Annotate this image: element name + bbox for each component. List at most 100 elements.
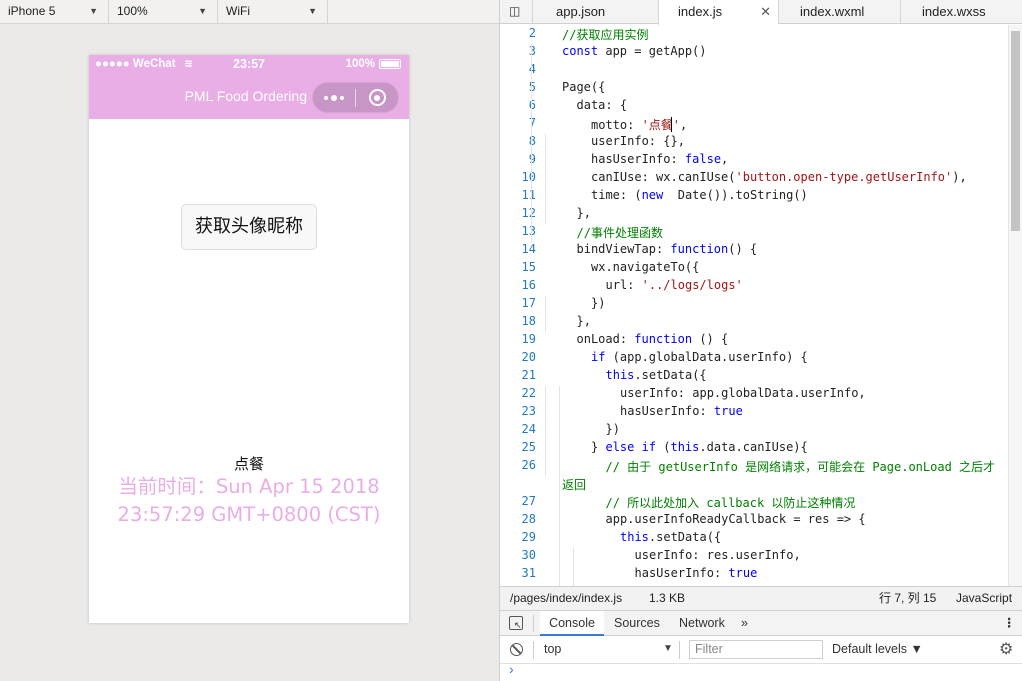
battery-indicator: 100%: [346, 58, 401, 70]
indent-guide: [559, 386, 560, 586]
chevron-down-icon: ▼: [89, 6, 98, 16]
chevron-down-icon: ▼: [308, 6, 317, 16]
device-select[interactable]: iPhone 5 ▼: [0, 0, 109, 24]
device-select-value: iPhone 5: [8, 4, 56, 18]
code-line: } else if (this.data.canIUse){: [591, 440, 808, 454]
tab-network[interactable]: Network: [679, 611, 725, 635]
log-levels-select[interactable]: Default levels ▼: [832, 642, 923, 656]
code-line: // 由于 getUserInfo 是网络请求，可能会在 Page.onLoad…: [605, 460, 996, 474]
zoom-select[interactable]: 100% ▼: [109, 0, 218, 24]
line-number: 23: [521, 404, 536, 418]
app-root: iPhone 5 ▼ 100% ▼ WiFi ▼ ●●●●● WeChat ≋ 23:…: [0, 0, 1022, 681]
code-line: bindViewTap: function() {: [576, 242, 758, 256]
file-path: /pages/index/index.js: [510, 591, 623, 605]
scrollbar-thumb[interactable]: [1011, 31, 1020, 231]
code-line: 返回: [562, 478, 587, 492]
code-line: hasUserInfo: false,: [591, 152, 729, 166]
code-line: motto: '点餐',: [591, 118, 688, 132]
tab-label: index.wxss: [922, 4, 986, 19]
editor-panel: ◫ app.json index.js ✕ index.wxml index.wx…: [500, 0, 1022, 681]
clear-console-icon[interactable]: [510, 643, 523, 656]
indent-guide: [545, 386, 546, 476]
indent-guide: [573, 548, 574, 586]
tab-label: index.wxml: [800, 4, 865, 19]
line-number: 29: [521, 530, 536, 544]
battery-icon: [379, 59, 401, 69]
sidebar-toggle-icon[interactable]: ◫: [509, 4, 523, 18]
code-line: userInfo: {},: [591, 134, 685, 148]
kebab-menu-icon[interactable]: ⋮: [1003, 611, 1016, 635]
indent-guide: [545, 134, 546, 224]
toolbar-divider: [533, 615, 534, 632]
code-line: hasUserInfo: true: [620, 404, 743, 418]
code-line: //事件处理函数: [576, 226, 663, 240]
line-number: 27: [521, 494, 536, 508]
simulator-toolbar: iPhone 5 ▼ 100% ▼ WiFi ▼: [0, 0, 499, 24]
status-bar: ●●●●● WeChat ≋ 23:57 100%: [89, 55, 409, 75]
navigation-bar: ●●●●● WeChat ≋ 23:57 100% PML Food Order…: [89, 55, 409, 119]
code-line: },: [576, 206, 591, 220]
close-miniprogram-icon[interactable]: [356, 89, 398, 106]
devtools-tab-bar: ↖ Console Sources Network » ⋮: [500, 610, 1022, 636]
code-editor[interactable]: 2//获取应用实例 3 const app = getApp() 4 5 Page({6 d…: [500, 25, 1008, 586]
editor-status-bar: /pages/index/index.js 1.3 KB 行 7, 列 15 J…: [500, 586, 1022, 610]
tab-app-json[interactable]: app.json: [532, 0, 658, 24]
chevron-down-icon: ▼: [663, 643, 673, 654]
more-dots-icon[interactable]: [313, 83, 355, 112]
file-size: 1.3 KB: [649, 591, 686, 605]
code-line: },: [576, 314, 591, 328]
code-line: this.setData({: [605, 368, 707, 382]
line-number: 19: [521, 332, 536, 346]
editor-scrollbar[interactable]: [1008, 25, 1022, 586]
network-select-value: WiFi: [226, 4, 250, 18]
console-toolbar: top ▼ Filter Default levels ▼ ⚙: [500, 636, 1022, 664]
line-number: 20: [521, 350, 536, 364]
code-line: }): [605, 422, 620, 436]
phone-screen: ●●●●● WeChat ≋ 23:57 100% PML Food Order…: [89, 55, 409, 623]
line-number: 30: [521, 548, 536, 562]
code-line: wx.navigateTo({: [591, 260, 700, 274]
more-tabs-icon[interactable]: »: [741, 611, 748, 635]
language-mode[interactable]: JavaScript: [956, 587, 1012, 610]
inspect-element-icon[interactable]: ↖: [509, 616, 523, 630]
context-select[interactable]: top: [544, 642, 561, 656]
battery-percent: 100%: [345, 58, 375, 70]
code-line: url: '../logs/logs': [605, 278, 743, 292]
code-line: onLoad: function () {: [576, 332, 729, 346]
cursor-position[interactable]: 行 7, 列 15: [879, 587, 936, 610]
line-number: 21: [521, 368, 536, 382]
line-number: 28: [521, 512, 536, 526]
code-line: //获取应用实例: [562, 28, 649, 42]
code-line: }): [591, 296, 606, 310]
line-number: 26: [521, 458, 536, 472]
close-icon[interactable]: ✕: [760, 0, 771, 24]
code-line: userInfo: res.userInfo,: [634, 548, 801, 562]
line-number: 31: [521, 566, 536, 580]
code-line: data: {: [576, 98, 628, 112]
line-number: 2: [528, 26, 536, 40]
tab-index-wxml[interactable]: index.wxml: [778, 0, 900, 24]
motto-text[interactable]: 点餐: [89, 453, 409, 474]
line-number: 17: [521, 296, 536, 310]
chevron-down-icon: ▼: [198, 6, 207, 16]
tab-label: app.json: [556, 4, 606, 19]
line-number: 18: [521, 314, 536, 328]
get-avatar-nickname-button[interactable]: 获取头像昵称: [181, 204, 317, 250]
tab-index-wxss[interactable]: index.wxss: [900, 0, 1022, 24]
tab-console[interactable]: Console: [540, 611, 604, 636]
gear-icon[interactable]: ⚙: [999, 639, 1013, 659]
current-time-line-1: 当前时间：Sun Apr 15 2018: [118, 475, 380, 498]
tab-index-js[interactable]: index.js ✕: [658, 0, 778, 25]
console-prompt[interactable]: ›: [500, 661, 1022, 681]
editor-tab-bar: ◫ app.json index.js ✕ index.wxml index.wx…: [500, 0, 1022, 25]
network-select[interactable]: WiFi ▼: [218, 0, 328, 24]
tab-sources[interactable]: Sources: [614, 611, 660, 635]
tab-label: index.js: [678, 4, 723, 19]
toolbar-divider: [679, 641, 680, 659]
code-line: time: (new Date()).toString(): [591, 188, 808, 202]
filter-input[interactable]: Filter: [689, 640, 823, 659]
zoom-select-value: 100%: [117, 4, 148, 18]
menu-capsule: [312, 82, 399, 113]
code-line: const app = getApp(): [562, 44, 707, 58]
text-cursor: [671, 117, 672, 132]
